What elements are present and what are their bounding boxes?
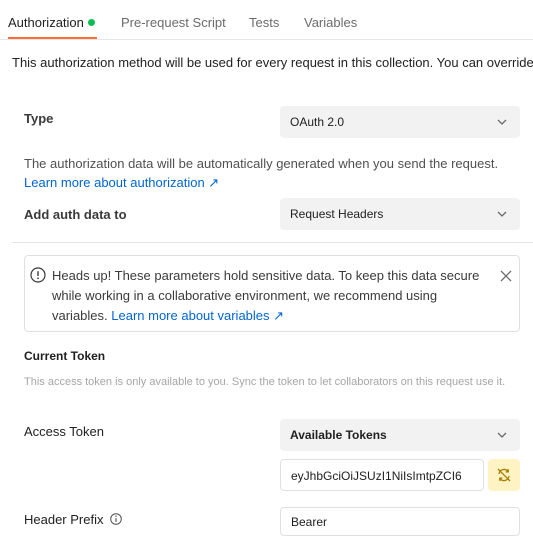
status-dot xyxy=(87,19,95,26)
current-token-title: Current Token xyxy=(24,349,106,363)
access-token-value: eyJhbGciOiJSUzI1NiIsImtpZCI6 xyxy=(291,469,462,483)
available-tokens-value: Available Tokens xyxy=(290,428,387,442)
add-auth-label: Add auth data to xyxy=(24,207,127,222)
learn-more-authorization-link-text: Learn more about authorization ↗ xyxy=(24,175,220,190)
type-select-value: OAuth 2.0 xyxy=(290,115,345,129)
available-tokens-select[interactable]: Available Tokens xyxy=(280,419,520,451)
sync-token-button[interactable] xyxy=(488,459,520,491)
tab-pre-request-script[interactable]: Pre-request Script xyxy=(121,15,226,30)
header-prefix-input[interactable]: Bearer xyxy=(280,507,520,536)
header-prefix-value: Bearer xyxy=(291,515,328,529)
type-select[interactable]: OAuth 2.0 xyxy=(280,106,520,138)
auth-info-text: The authorization data will be automatic… xyxy=(24,156,499,171)
info-icon[interactable] xyxy=(110,513,122,525)
sensitive-data-alert: Heads up! These parameters hold sensitiv… xyxy=(24,255,520,332)
header-prefix-label-wrap: Header Prefix xyxy=(24,512,122,527)
tab-tests[interactable]: Tests xyxy=(249,15,279,30)
type-label: Type xyxy=(24,111,54,126)
tab-variables[interactable]: Variables xyxy=(304,15,357,30)
current-token-note: This access token is only available to y… xyxy=(24,376,506,388)
chevron-down-icon xyxy=(497,432,507,438)
chevron-down-icon xyxy=(497,211,507,217)
tab-bar: Authorization Pre-request Script Tests V… xyxy=(0,0,533,40)
warning-circle-icon xyxy=(30,267,46,283)
sync-off-icon xyxy=(497,468,511,482)
tab-authorization[interactable]: Authorization xyxy=(8,15,95,30)
learn-more-authorization-link[interactable]: Learn more about authorization ↗ xyxy=(24,175,219,191)
section-divider xyxy=(12,242,533,243)
intro-text: This authorization method will be used f… xyxy=(12,55,533,70)
tab-authorization-label: Authorization xyxy=(8,15,84,30)
add-auth-select-value: Request Headers xyxy=(290,207,384,221)
chevron-down-icon xyxy=(497,119,507,125)
access-token-input[interactable]: eyJhbGciOiJSUzI1NiIsImtpZCI6 xyxy=(280,459,484,491)
alert-message: Heads up! These parameters hold sensitiv… xyxy=(52,266,492,326)
access-token-label: Access Token xyxy=(24,424,104,439)
active-tab-indicator xyxy=(8,37,97,39)
header-prefix-label: Header Prefix xyxy=(24,512,104,527)
add-auth-select[interactable]: Request Headers xyxy=(280,198,520,230)
learn-more-variables-link[interactable]: Learn more about variables ↗ xyxy=(111,308,284,323)
close-icon[interactable] xyxy=(499,269,513,283)
